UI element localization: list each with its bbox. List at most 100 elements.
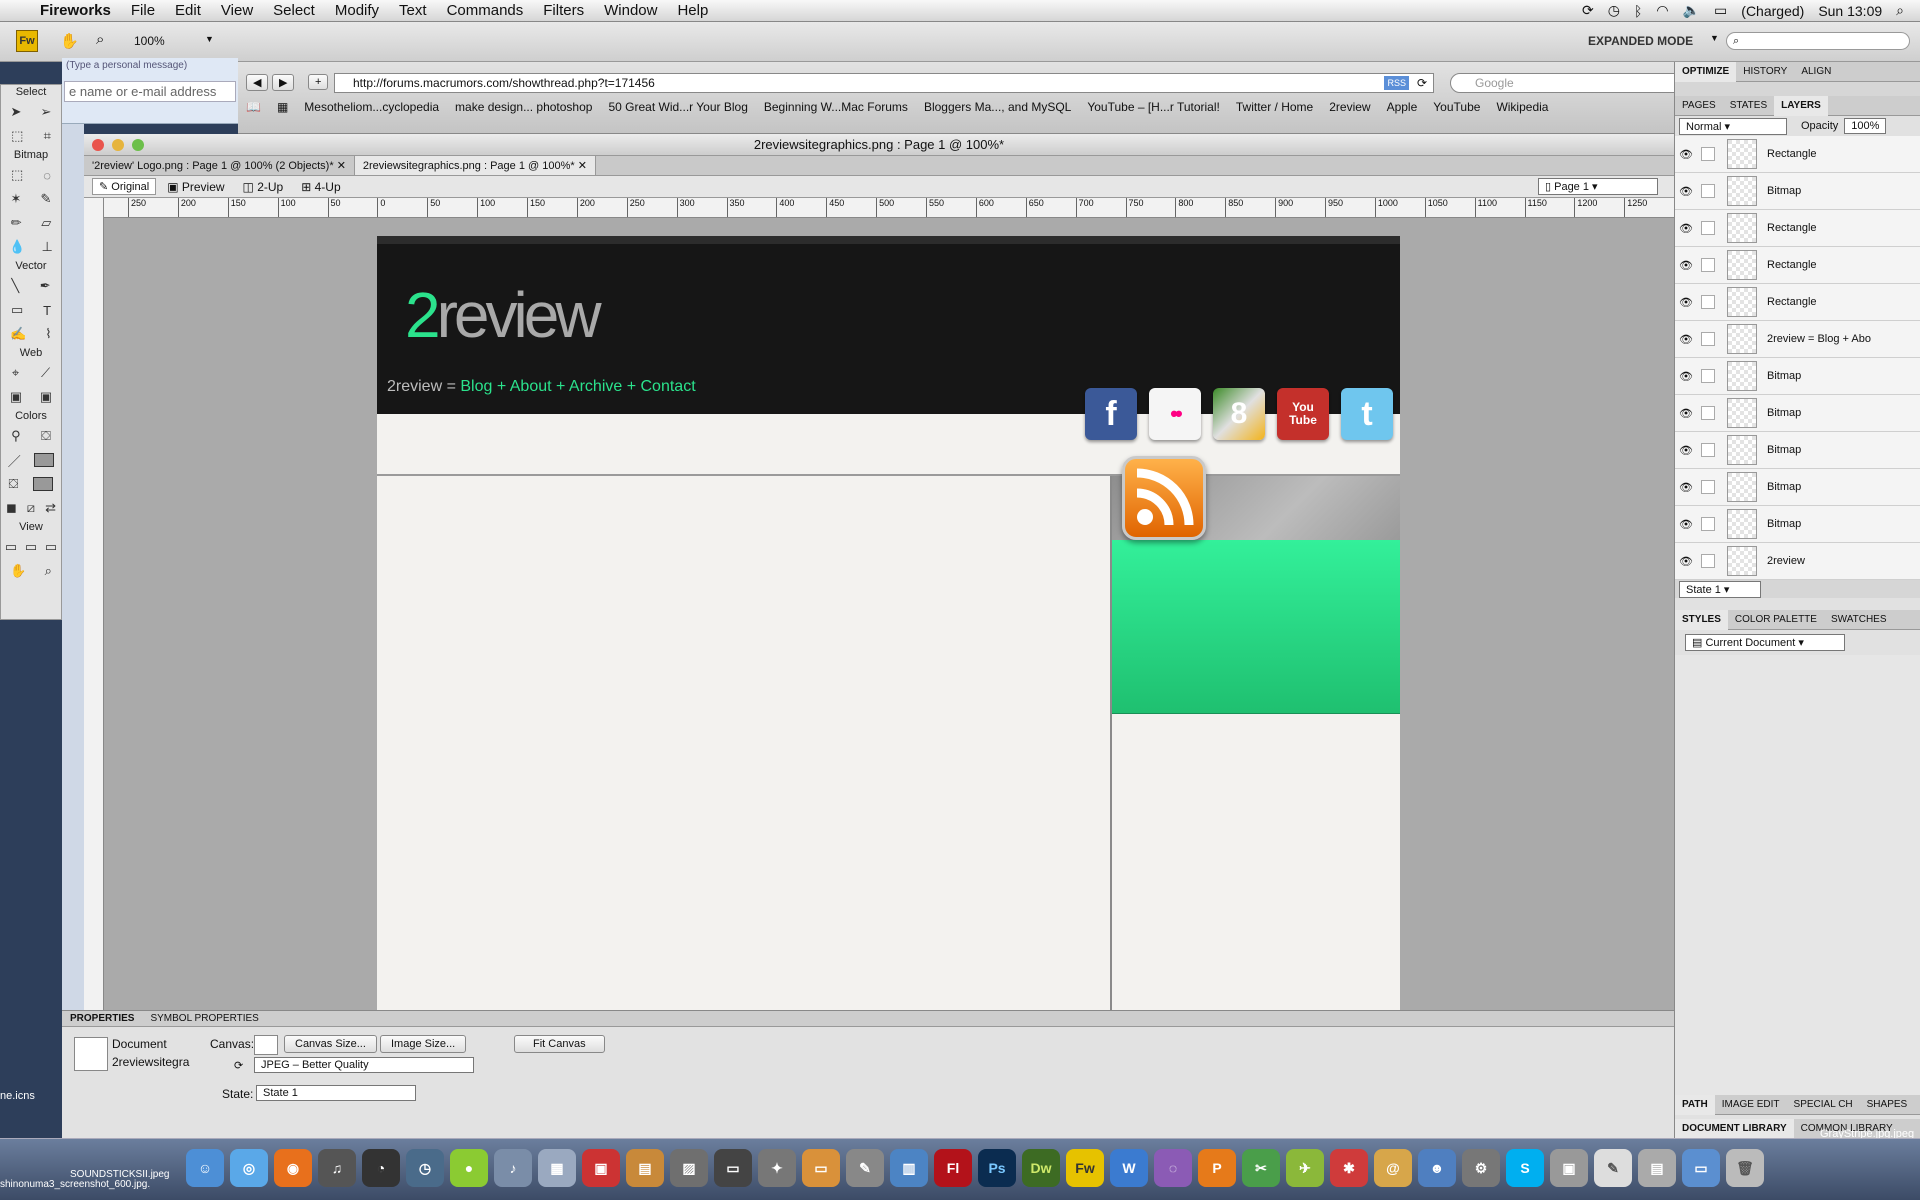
back-icon[interactable]: ◀ bbox=[246, 74, 269, 91]
layer-row[interactable]: 👁 2review = Blog + Abo bbox=[1675, 321, 1920, 358]
pen-tool-icon[interactable]: ✒ bbox=[40, 278, 51, 294]
layer-row[interactable]: 👁 Bitmap bbox=[1675, 469, 1920, 506]
freeform-tool-icon[interactable]: ✍ bbox=[10, 326, 26, 342]
export-format-select[interactable]: JPEG – Better Quality bbox=[254, 1057, 474, 1073]
layer-row[interactable]: 👁 Rectangle bbox=[1675, 284, 1920, 321]
subselect-tool-icon[interactable]: ➢ bbox=[41, 104, 52, 120]
image-size-button[interactable]: Image Size... bbox=[380, 1035, 467, 1053]
google-icon[interactable]: 8 bbox=[1213, 388, 1265, 440]
hide-slices-icon[interactable]: ▣ bbox=[10, 389, 22, 405]
tab-pages[interactable]: PAGES bbox=[1675, 96, 1723, 116]
dashboard-icon[interactable]: ◔ bbox=[362, 1149, 400, 1187]
view-original[interactable]: ✎ Original bbox=[92, 178, 157, 195]
blend-mode-select[interactable]: Normal ▾ bbox=[1679, 117, 1787, 135]
lock-toggle[interactable] bbox=[1701, 332, 1715, 346]
menu-filters[interactable]: Filters bbox=[533, 0, 594, 22]
layer-row[interactable]: 👁 Bitmap bbox=[1675, 395, 1920, 432]
address-bar[interactable]: http://forums.macrumors.com/showthread.p… bbox=[334, 73, 1434, 93]
layer-row[interactable]: 👁 Rectangle bbox=[1675, 247, 1920, 284]
menu-view[interactable]: View bbox=[211, 0, 263, 22]
app-icon[interactable]: ▥ bbox=[890, 1149, 928, 1187]
desktop-file[interactable]: SOUNDSTICKSII.jpeg bbox=[70, 1169, 190, 1180]
magic-wand-icon[interactable]: ✶ bbox=[11, 191, 22, 207]
add-bookmark-icon[interactable]: + bbox=[308, 74, 329, 90]
menu-edit[interactable]: Edit bbox=[165, 0, 211, 22]
workspace-dropdown-icon[interactable]: ▼ bbox=[1710, 33, 1719, 43]
lock-toggle[interactable] bbox=[1701, 147, 1715, 161]
help-search-input[interactable]: ⌕ bbox=[1726, 32, 1910, 50]
twitter-icon[interactable]: t bbox=[1341, 388, 1393, 440]
app-icon[interactable]: ◌ bbox=[1154, 1149, 1192, 1187]
minimize-window-icon[interactable] bbox=[112, 139, 124, 151]
zoom-dropdown-icon[interactable]: ▼ bbox=[205, 34, 214, 44]
opacity-input[interactable]: 100% bbox=[1844, 118, 1887, 134]
time-machine-icon[interactable]: ◷ bbox=[1608, 2, 1620, 19]
show-slices-icon[interactable]: ▣ bbox=[40, 389, 52, 405]
sync-icon[interactable]: ⟳ bbox=[1582, 2, 1594, 19]
app-icon[interactable]: ▭ bbox=[714, 1149, 752, 1187]
lock-toggle[interactable] bbox=[1701, 406, 1715, 420]
site-logo[interactable]: 2review bbox=[405, 278, 602, 352]
canvas-size-button[interactable]: Canvas Size... bbox=[284, 1035, 377, 1053]
visibility-eye-icon[interactable]: 👁 bbox=[1675, 481, 1697, 494]
app-icon[interactable]: P bbox=[1198, 1149, 1236, 1187]
visibility-eye-icon[interactable]: 👁 bbox=[1675, 518, 1697, 531]
itunes-icon[interactable]: ♫ bbox=[318, 1149, 356, 1187]
marquee-tool-icon[interactable]: ⬚ bbox=[11, 167, 23, 183]
spotlight-icon[interactable]: ⌕ bbox=[1896, 2, 1904, 19]
visibility-eye-icon[interactable]: 👁 bbox=[1675, 407, 1697, 420]
tab-special-characters[interactable]: SPECIAL CH bbox=[1787, 1095, 1860, 1115]
lock-toggle[interactable] bbox=[1701, 369, 1715, 383]
page-select[interactable]: ▯ Page 1 ▾ bbox=[1538, 178, 1658, 195]
flickr-icon[interactable]: •• bbox=[1149, 388, 1201, 440]
slice-tool-icon[interactable]: ⟋ bbox=[41, 365, 50, 381]
eraser-tool-icon[interactable]: ▱ bbox=[41, 215, 51, 231]
bookmark-item[interactable]: Wikipedia bbox=[1496, 100, 1548, 114]
desktop-file[interactable]: ne.icns bbox=[0, 1090, 35, 1102]
visibility-eye-icon[interactable]: 👁 bbox=[1675, 259, 1697, 272]
zoom-window-icon[interactable] bbox=[132, 139, 144, 151]
fill-swatch[interactable] bbox=[33, 477, 54, 491]
visibility-eye-icon[interactable]: 👁 bbox=[1675, 370, 1697, 383]
wifi-icon[interactable]: ◠ bbox=[1656, 2, 1668, 19]
reload-icon[interactable]: ⟳ bbox=[1417, 74, 1427, 92]
tab-styles[interactable]: STYLES bbox=[1675, 609, 1728, 630]
app-icon[interactable]: ♪ bbox=[494, 1149, 532, 1187]
flash-icon[interactable]: Fl bbox=[934, 1149, 972, 1187]
default-colors-icon[interactable]: ◼ bbox=[6, 500, 17, 516]
system-preferences-icon[interactable]: ⚙ bbox=[1462, 1149, 1500, 1187]
full-menu-screen-icon[interactable]: ▭ bbox=[25, 539, 37, 555]
menu-file[interactable]: File bbox=[121, 0, 165, 22]
lock-toggle[interactable] bbox=[1701, 480, 1715, 494]
swap-colors-icon[interactable]: ⇄ bbox=[45, 500, 56, 516]
documents-icon[interactable]: ▤ bbox=[1638, 1149, 1676, 1187]
skype-icon[interactable]: S bbox=[1506, 1149, 1544, 1187]
menu-modify[interactable]: Modify bbox=[325, 0, 389, 22]
no-color-icon[interactable]: ⧄ bbox=[27, 500, 35, 516]
lock-toggle[interactable] bbox=[1701, 184, 1715, 198]
trash-icon[interactable]: 🗑 bbox=[1726, 1149, 1764, 1187]
view-preview[interactable]: ▣ Preview bbox=[160, 178, 231, 196]
tab-layers[interactable]: LAYERS bbox=[1774, 95, 1828, 116]
layer-row[interactable]: 👁 Bitmap bbox=[1675, 432, 1920, 469]
menu-text[interactable]: Text bbox=[389, 0, 437, 22]
tab-symbol-properties[interactable]: SYMBOL PROPERTIES bbox=[142, 1013, 266, 1024]
facebook-icon[interactable]: f bbox=[1085, 388, 1137, 440]
app-icon[interactable]: ✈ bbox=[1286, 1149, 1324, 1187]
bookmark-item[interactable]: YouTube – [H...r Tutorial! bbox=[1087, 100, 1220, 114]
safari-icon[interactable]: ◎ bbox=[230, 1149, 268, 1187]
rss-badge[interactable]: RSS bbox=[1384, 76, 1409, 90]
ichat-icon[interactable]: ☻ bbox=[1418, 1149, 1456, 1187]
tab-shapes[interactable]: SHAPES bbox=[1860, 1095, 1915, 1115]
hand-tool-icon[interactable]: ✋ bbox=[60, 32, 79, 50]
standard-screen-icon[interactable]: ▭ bbox=[5, 539, 17, 555]
layer-row[interactable]: 👁 Bitmap bbox=[1675, 506, 1920, 543]
lock-toggle[interactable] bbox=[1701, 295, 1715, 309]
battery-icon[interactable]: ▭ bbox=[1714, 2, 1727, 19]
menu-commands[interactable]: Commands bbox=[437, 0, 534, 22]
photoshop-icon[interactable]: Ps bbox=[978, 1149, 1016, 1187]
visibility-eye-icon[interactable]: 👁 bbox=[1675, 444, 1697, 457]
bookmarks-grid-icon[interactable]: ▦ bbox=[277, 100, 288, 114]
dreamweaver-icon[interactable]: Dw bbox=[1022, 1149, 1060, 1187]
menu-help[interactable]: Help bbox=[667, 0, 718, 22]
